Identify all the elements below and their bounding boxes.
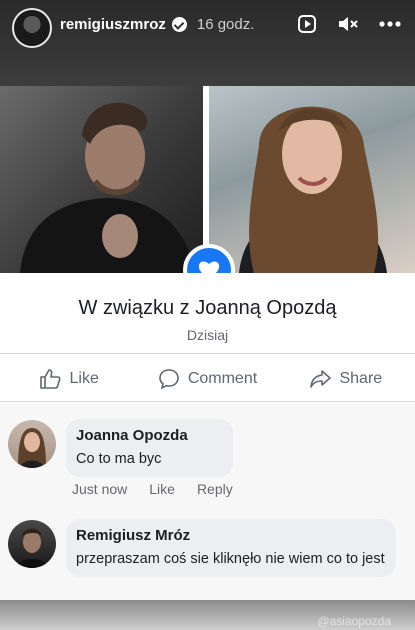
watermark: @asiaopozda (317, 614, 391, 628)
like-label: Like (69, 370, 99, 387)
comment-button[interactable]: Comment (138, 363, 276, 395)
comment-meta: Just now Like Reply (72, 481, 233, 497)
comment-like-link[interactable]: Like (149, 481, 175, 497)
man-photo (0, 86, 203, 273)
comment-bubble: Joanna Opozda Co to ma byc (66, 419, 233, 477)
avatar[interactable] (8, 420, 56, 468)
relationship-date: Dzisiaj (186, 327, 229, 343)
comment-author[interactable]: Remigiusz Mróz (76, 527, 386, 544)
share-icon (310, 370, 332, 388)
play-icon[interactable] (297, 14, 317, 34)
story-time: 16 godz. (196, 16, 255, 33)
comment-text: przepraszam coś sie kliknęło nie wiem co… (76, 551, 385, 567)
story-controls (297, 14, 401, 34)
divider (0, 353, 415, 354)
comment-icon (159, 369, 179, 390)
comment-author[interactable]: Joanna Opozda (76, 427, 223, 444)
woman-photo (209, 86, 415, 273)
mute-icon[interactable] (337, 14, 359, 34)
comment-bubble: Remigiusz Mróz przepraszam coś sie klikn… (66, 519, 396, 577)
comment-label: Comment (187, 370, 258, 387)
post-actions: Like Comment Share (0, 363, 415, 395)
avatar[interactable] (8, 520, 56, 568)
comment-reply-link[interactable]: Reply (197, 481, 233, 497)
comments-section: Joanna Opozda Co to ma byc Just now Like… (0, 403, 415, 600)
story-username[interactable]: remigiuszmroz (60, 16, 166, 33)
story-avatar[interactable] (12, 8, 52, 48)
comment-text: Co to ma byc (76, 451, 162, 467)
story-bottom-bar: @asiaopozda (0, 600, 415, 630)
more-icon[interactable] (379, 21, 401, 27)
divider (0, 401, 415, 402)
thumbs-up-icon (40, 369, 61, 389)
story-user-info: remigiuszmroz 16 godz. (60, 16, 254, 33)
like-button[interactable]: Like (0, 363, 138, 395)
post-card: W związku z Joanną Opozdą Dzisiaj Like C… (0, 273, 415, 600)
story-header: remigiuszmroz 16 godz. (0, 0, 415, 86)
comment-timestamp: Just now (72, 481, 128, 497)
verified-badge-icon (171, 17, 187, 32)
share-label: Share (339, 370, 383, 387)
share-button[interactable]: Share (277, 363, 415, 395)
relationship-title: W związku z Joanną Opozdą (78, 297, 337, 319)
